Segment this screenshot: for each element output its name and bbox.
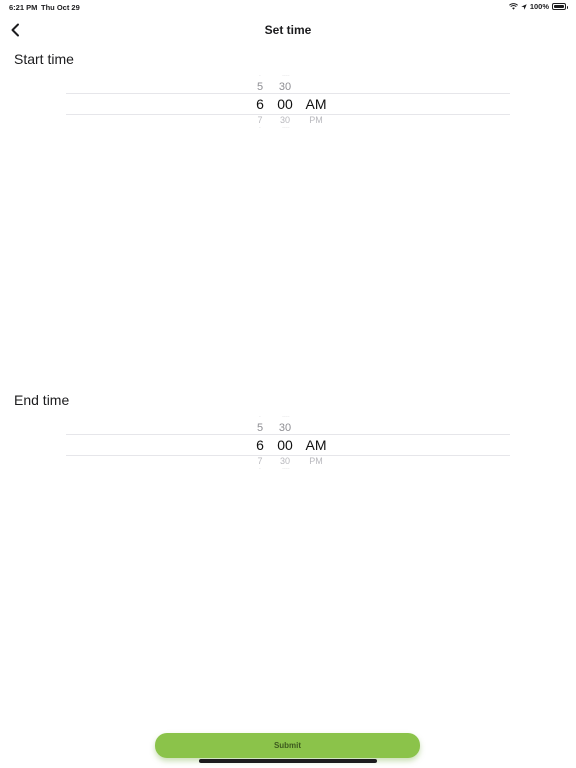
end-period-option[interactable]: PM xyxy=(304,456,328,466)
start-minute-selected[interactable]: 00 xyxy=(274,96,296,112)
end-hour-selected[interactable]: 6 xyxy=(252,437,268,453)
status-time: 6:21 PM xyxy=(9,3,38,12)
end-minute-option[interactable]: 30 xyxy=(274,422,296,434)
end-minute-option[interactable]: 30 xyxy=(274,456,296,466)
set-time-screen: 6:21 PM Thu Oct 29 100% Set time Start t… xyxy=(0,0,576,768)
status-indicators: 100% xyxy=(508,2,568,11)
battery-percentage: 100% xyxy=(529,2,549,11)
start-hour-selected[interactable]: 6 xyxy=(252,96,268,112)
status-bar: 6:21 PM Thu Oct 29 100% xyxy=(0,0,576,14)
end-hour-option[interactable]: 5 xyxy=(252,422,268,434)
start-minute-option[interactable]: 30 xyxy=(274,81,296,93)
location-arrow-icon xyxy=(521,3,527,10)
start-hour-option[interactable]: 7 xyxy=(252,115,268,125)
end-period-selected[interactable]: AM xyxy=(304,437,328,453)
start-time-label: Start time xyxy=(14,51,74,67)
start-period-option[interactable]: PM xyxy=(304,115,328,125)
wifi-icon xyxy=(508,3,518,10)
home-indicator xyxy=(199,759,377,763)
page-title: Set time xyxy=(264,23,312,37)
submit-button[interactable]: Submit xyxy=(155,733,420,758)
battery-icon xyxy=(552,3,568,10)
start-minute-option[interactable]: 30 xyxy=(274,115,296,125)
start-hour-option[interactable]: 5 xyxy=(252,81,268,93)
end-time-label: End time xyxy=(14,392,70,408)
status-date: Thu Oct 29 xyxy=(41,3,80,12)
navigation-bar: Set time xyxy=(0,18,576,42)
end-minute-selected[interactable]: 00 xyxy=(274,437,296,453)
end-time-picker[interactable]: ‾ 5 6 7 ‾ ‾‾‾‾ 30 00 30 ‾‾‾‾ AM PM xyxy=(66,415,510,475)
start-period-selected[interactable]: AM xyxy=(304,96,328,112)
end-hour-option[interactable]: 7 xyxy=(252,456,268,466)
start-time-picker[interactable]: ‾ 5 6 7 ‾ ‾‾‾‾ 30 00 30 ‾‾‾‾ AM PM xyxy=(66,74,510,134)
